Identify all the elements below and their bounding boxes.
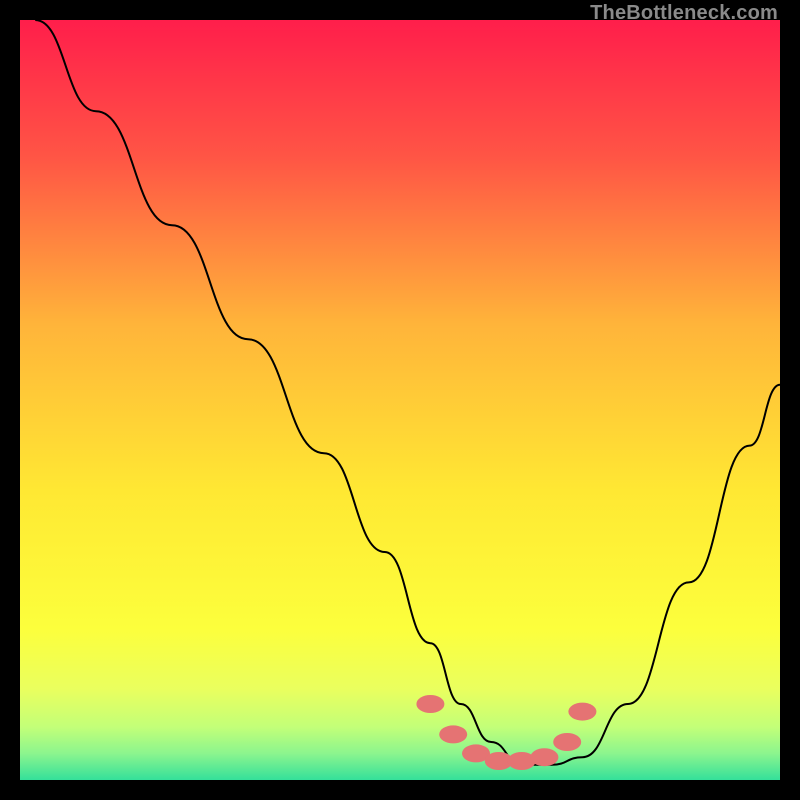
- chart-svg: [20, 20, 780, 780]
- chart-frame: [20, 20, 780, 780]
- optimal-marker: [439, 725, 467, 743]
- optimal-marker: [416, 695, 444, 713]
- watermark-text: TheBottleneck.com: [590, 2, 778, 25]
- optimal-marker: [553, 733, 581, 751]
- optimal-marker: [568, 703, 596, 721]
- optimal-marker: [530, 748, 558, 766]
- chart-background: [20, 20, 780, 780]
